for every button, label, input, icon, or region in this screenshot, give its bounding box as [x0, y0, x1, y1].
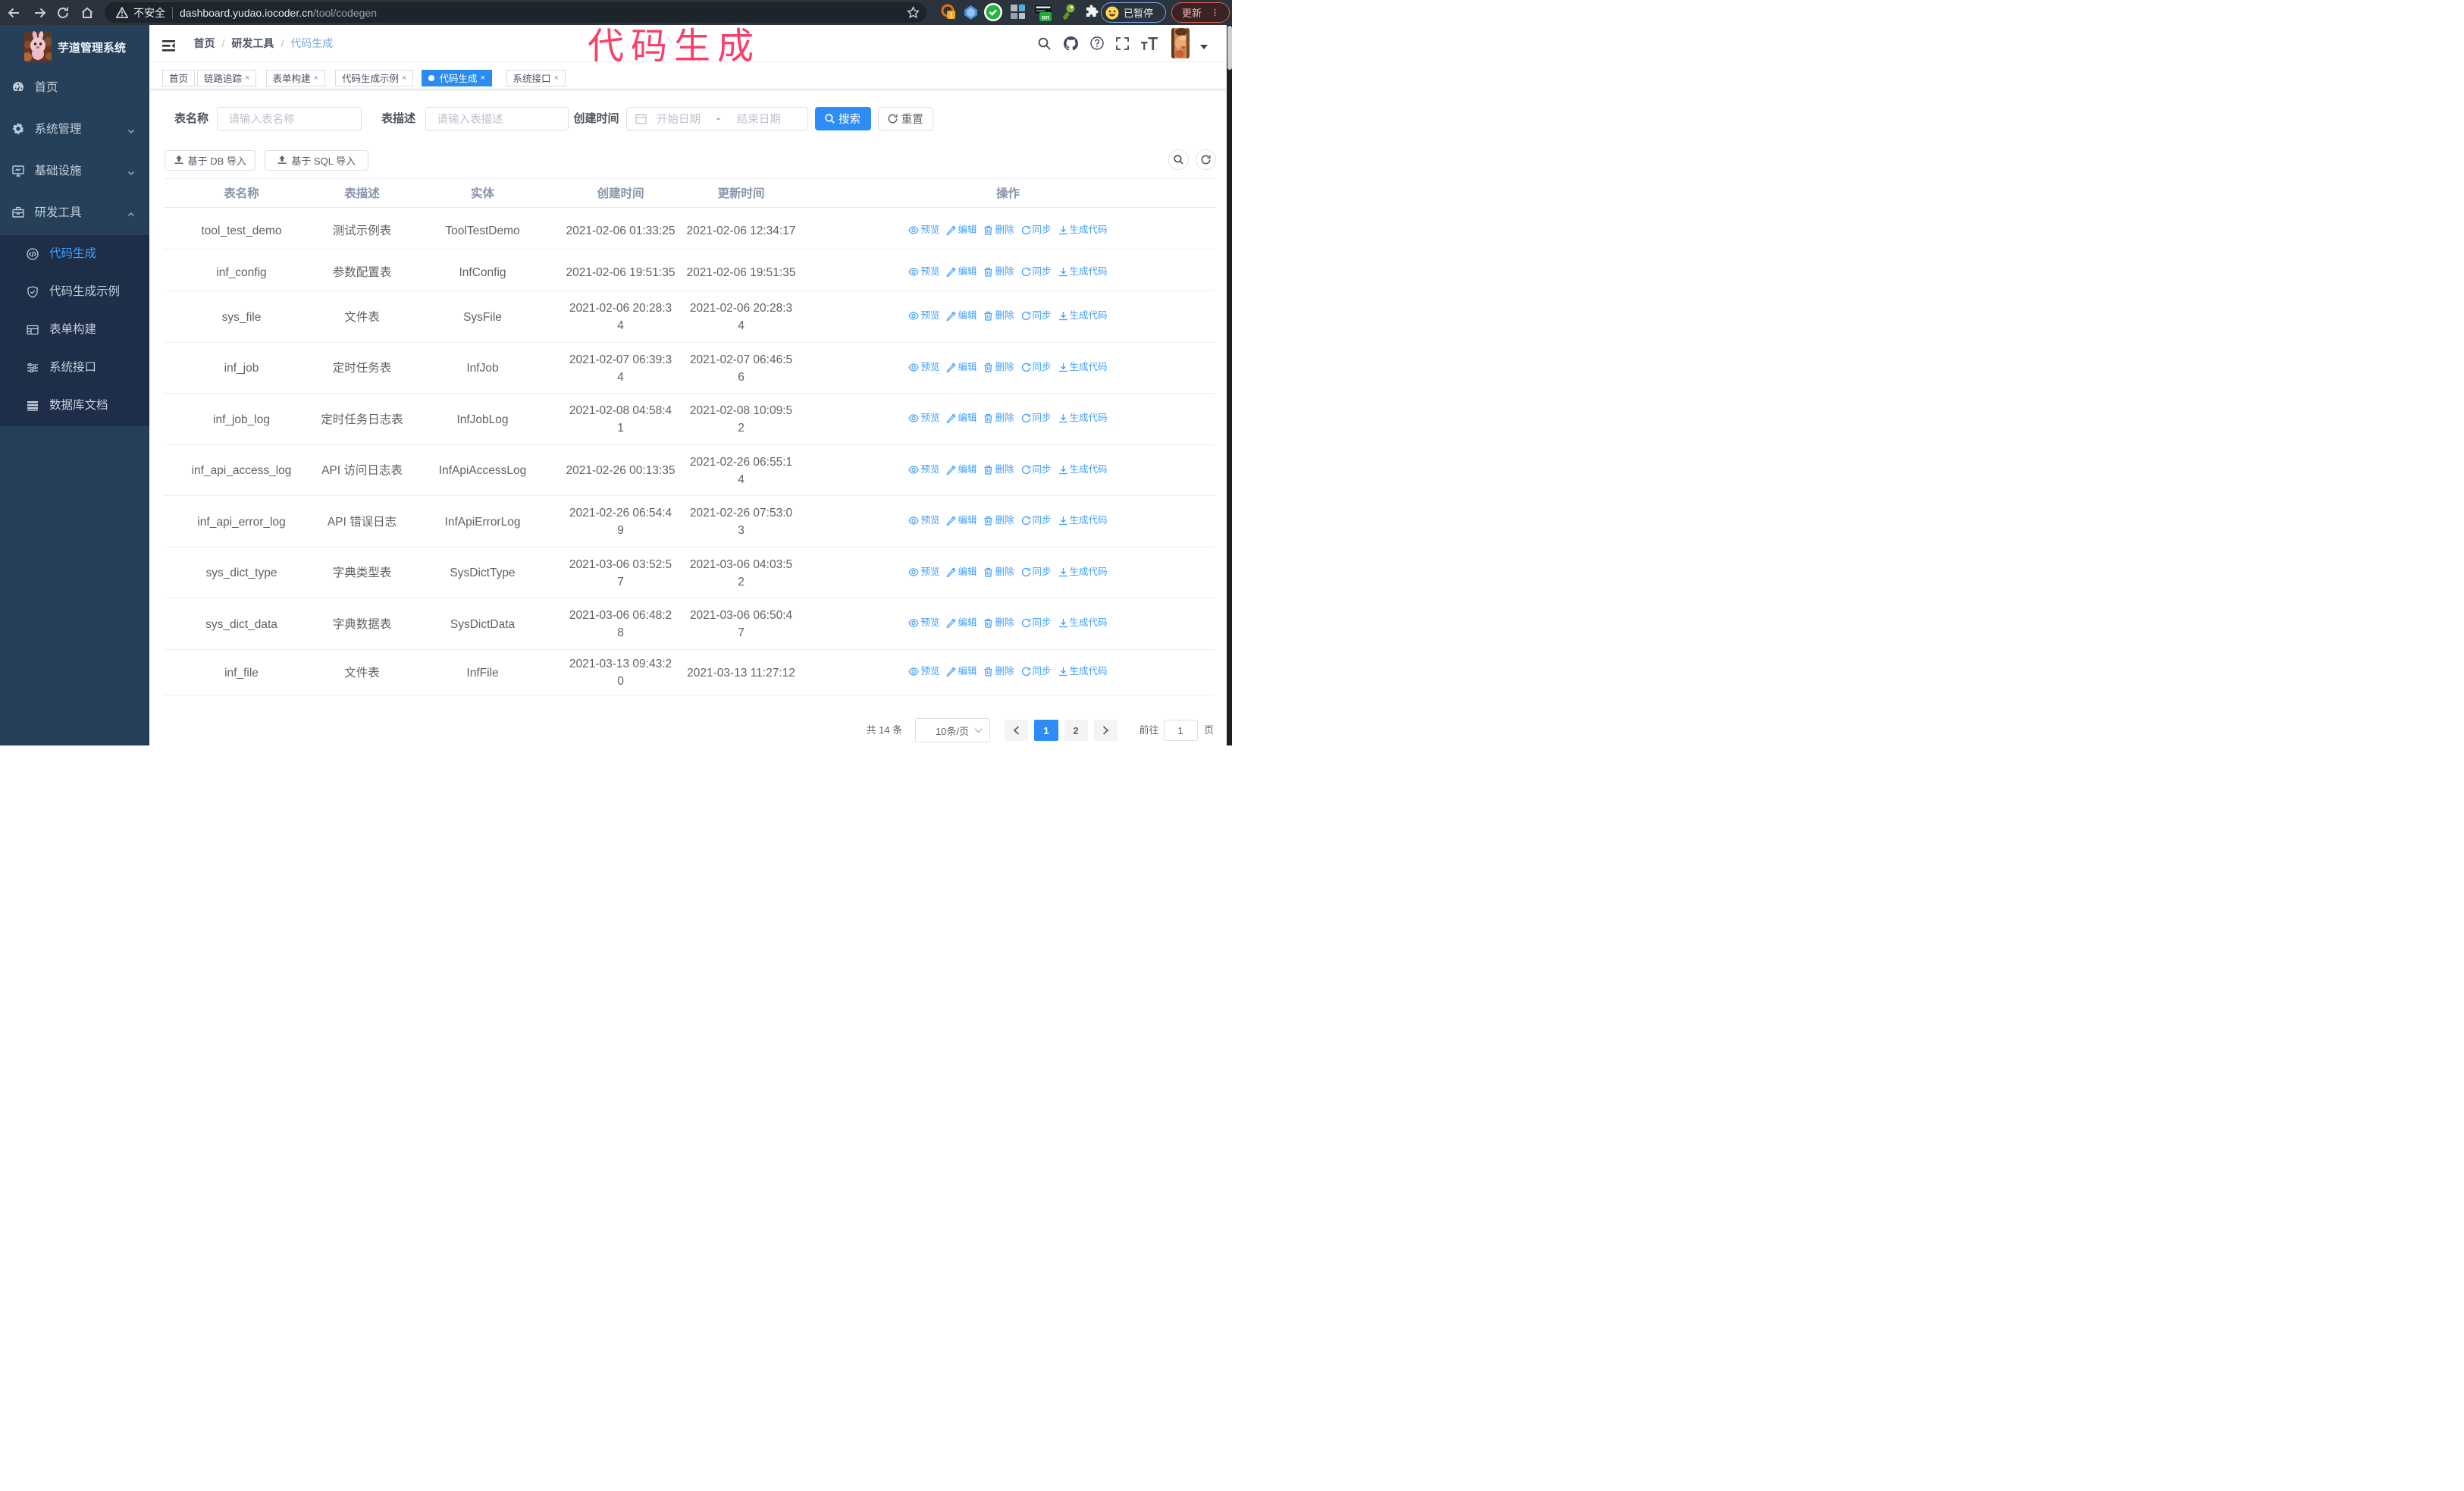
svg-text:on: on	[1042, 14, 1049, 21]
svg-text:1: 1	[949, 11, 953, 19]
